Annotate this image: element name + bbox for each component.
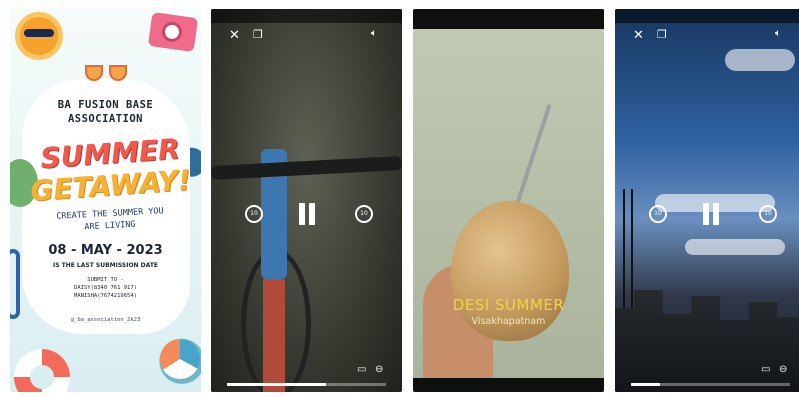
progress-fill (227, 383, 326, 386)
status-bar (615, 9, 799, 23)
bike-frame (263, 279, 285, 392)
progress-bar[interactable] (227, 383, 386, 386)
poster-title-line1: BA FUSION BASE (57, 99, 154, 111)
pause-button[interactable] (297, 203, 317, 225)
progress-bar[interactable] (631, 383, 790, 386)
progress-fill (631, 383, 660, 386)
bottom-letterbox (413, 378, 604, 392)
minus-circle-icon[interactable]: ⊖ (779, 365, 787, 375)
picture-in-picture-icon[interactable]: ❐ (253, 29, 263, 40)
sun-icon (20, 17, 58, 55)
video-caption-title: DESI SUMMER (452, 296, 565, 314)
skip-back-button[interactable]: 10 (649, 205, 667, 223)
sunglasses-icon (85, 65, 129, 85)
poster-contact-2: MANISHA(7674219654) (74, 293, 137, 299)
volume-icon[interactable]: 🔈︎ (371, 29, 377, 39)
poster-deadline-note: IS THE LAST SUBMISSION DATE (52, 262, 159, 269)
pause-button[interactable] (701, 203, 721, 225)
skip-back-button[interactable]: 10 (245, 205, 263, 223)
skip-forward-button[interactable]: 10 (759, 205, 777, 223)
poster-contact-1: DAISY(8340 761 917) (74, 285, 137, 291)
coconut-video-frame: DESI SUMMER Visakhapatnam (413, 9, 604, 392)
volume-icon[interactable]: 🔈︎ (775, 29, 781, 39)
sky-video-frame (615, 9, 799, 392)
close-icon[interactable]: ✕ (229, 29, 240, 42)
poster-date: 08 - MAY - 2023 (48, 243, 163, 258)
video-panel-bike[interactable]: ✕ ❐ 🔈︎ 10 10 ▭ ⊖ (211, 9, 402, 392)
camera-icon (147, 11, 199, 53)
cloud (685, 239, 785, 255)
poster-panel[interactable]: BA FUSION BASE ASSOCIATION SUMMER GETAWA… (10, 9, 201, 392)
snorkel-icon (10, 249, 20, 319)
cast-icon[interactable]: ▭ (357, 365, 366, 375)
sunglasses-icon (24, 29, 54, 37)
skip-forward-button[interactable]: 10 (355, 205, 373, 223)
minus-circle-icon[interactable]: ⊖ (375, 365, 383, 375)
status-bar (211, 9, 402, 23)
beach-ball-icon (160, 339, 200, 379)
video-panel-coconut[interactable]: DESI SUMMER Visakhapatnam (413, 9, 604, 392)
video-panel-sky[interactable]: ✕ ❐ 🔈︎ 10 10 ▭ ⊖ (615, 9, 799, 392)
bike-video-frame (211, 9, 402, 392)
bike-handlebar (211, 156, 402, 180)
city-skyline (615, 290, 799, 392)
poster-submit-label: SUBMIT TO - (87, 277, 124, 283)
poster-title-line2: ASSOCIATION (67, 113, 144, 125)
cloud (725, 49, 795, 71)
close-icon[interactable]: ✕ (633, 29, 644, 42)
picture-in-picture-icon[interactable]: ❐ (657, 29, 667, 40)
poster-handle: @_ba_association_2k23 (70, 317, 141, 323)
cast-icon[interactable]: ▭ (761, 365, 770, 375)
top-letterbox (413, 9, 604, 29)
video-caption-subtitle: Visakhapatnam (471, 316, 546, 327)
